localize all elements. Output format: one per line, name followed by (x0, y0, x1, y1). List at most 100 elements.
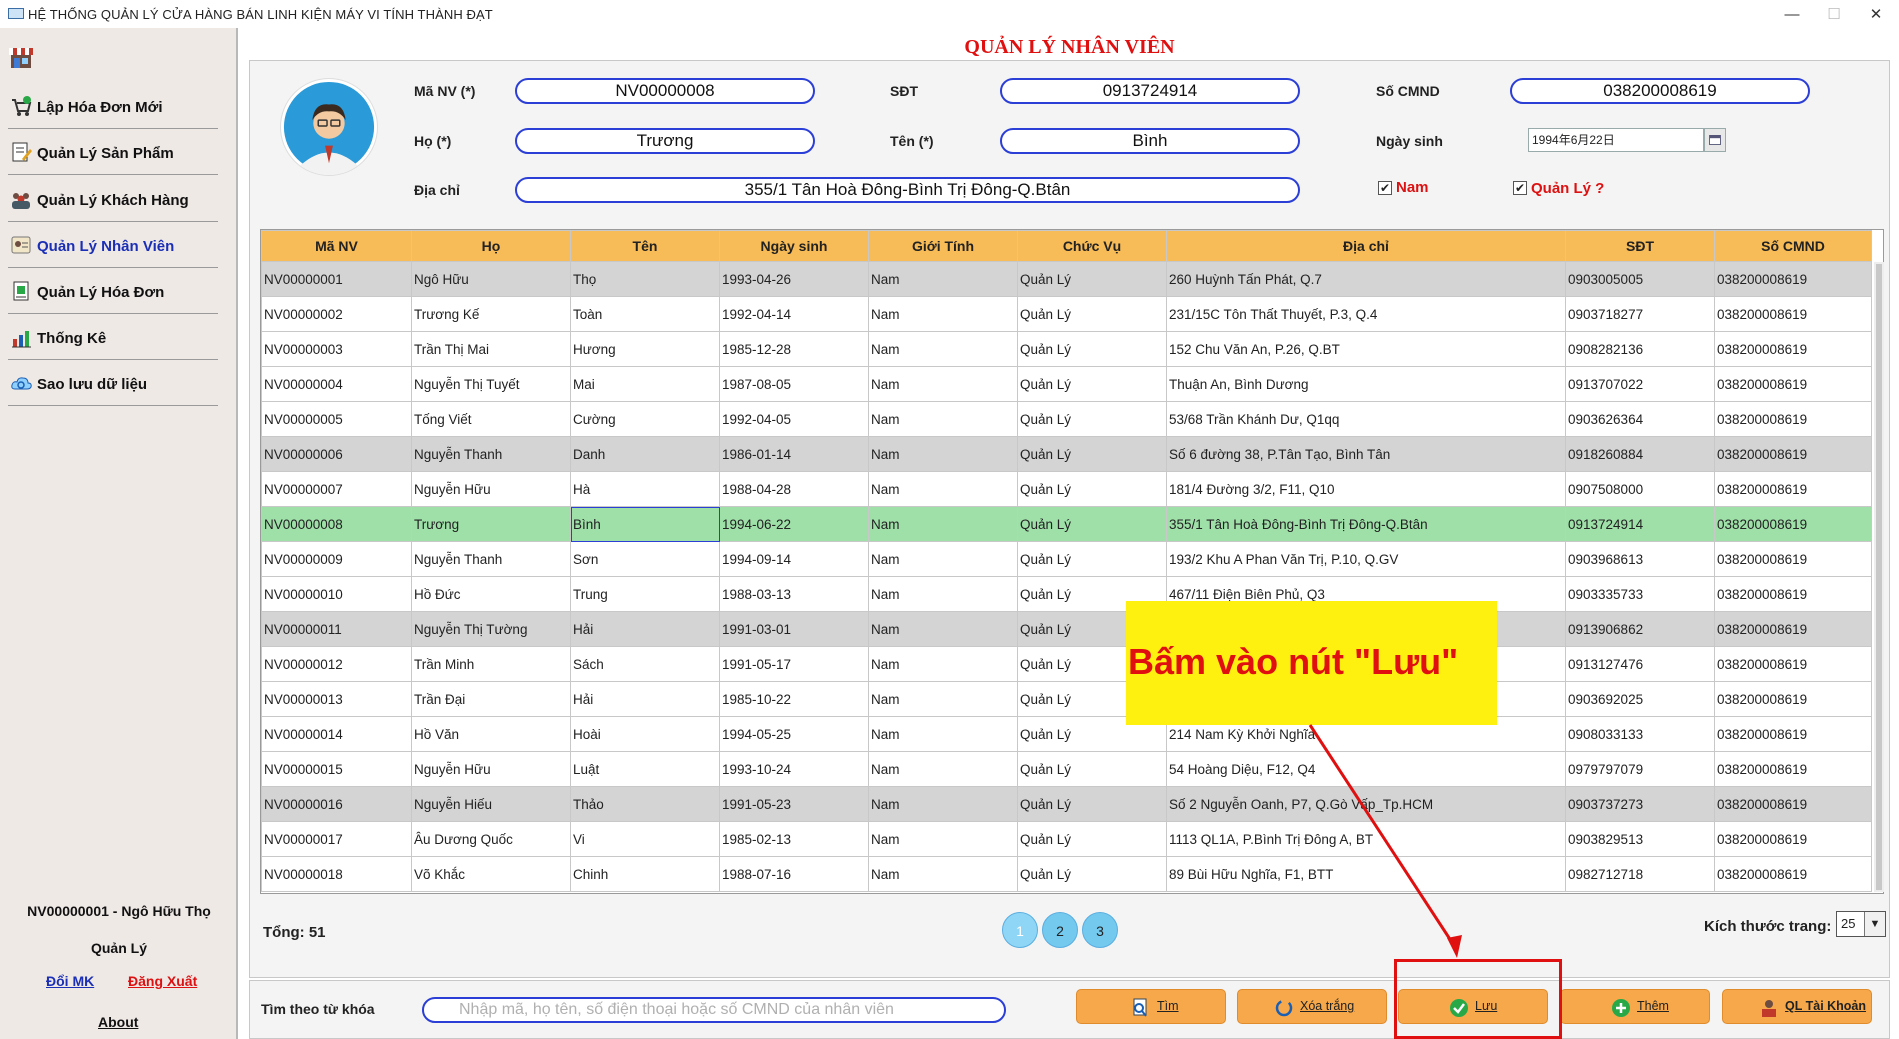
table-cell[interactable]: Quản Lý (1017, 436, 1167, 472)
table-cell[interactable]: Toàn (570, 296, 720, 332)
table-cell[interactable]: Quản Lý (1017, 401, 1167, 437)
table-cell[interactable]: Nguyễn Hiếu (411, 786, 571, 822)
table-scrollbar-thumb[interactable] (1876, 264, 1882, 890)
sidebar-item-thong-ke[interactable]: Thống Kê (8, 314, 218, 360)
column-header[interactable]: Chức Vụ (1017, 230, 1167, 262)
table-cell[interactable]: Nam (868, 716, 1018, 752)
table-cell[interactable]: Bình (570, 506, 720, 542)
chevron-down-icon[interactable]: ▼ (1864, 912, 1885, 936)
table-cell[interactable]: 038200008619 (1714, 821, 1872, 857)
table-cell[interactable]: 0903005005 (1565, 261, 1715, 297)
table-cell[interactable]: 038200008619 (1714, 611, 1872, 647)
table-cell[interactable]: 1994-06-22 (719, 506, 869, 542)
table-cell[interactable]: 1988-04-28 (719, 471, 869, 507)
table-cell[interactable]: 0982712718 (1565, 856, 1715, 892)
table-cell[interactable]: 89 Bùi Hữu Nghĩa, F1, BTT (1166, 856, 1566, 892)
search-input[interactable]: Nhập mã, họ tên, số điện thoại hoặc số C… (422, 997, 1006, 1023)
table-cell[interactable]: 0903829513 (1565, 821, 1715, 857)
address-field[interactable]: 355/1 Tân Hoà Đông-Bình Trị Đông-Q.Btân (515, 177, 1300, 203)
table-cell[interactable]: 0903737273 (1565, 786, 1715, 822)
column-header[interactable]: Mã NV (261, 230, 412, 262)
table-cell[interactable]: 1992-04-14 (719, 296, 869, 332)
table-cell[interactable]: Vi (570, 821, 720, 857)
table-cell[interactable]: 0918260884 (1565, 436, 1715, 472)
table-cell[interactable]: 038200008619 (1714, 436, 1872, 472)
column-header[interactable]: Ngày sinh (719, 230, 869, 262)
table-cell[interactable]: NV00000011 (261, 611, 412, 647)
sidebar-item-quan-ly-hoa-don[interactable]: Quản Lý Hóa Đơn (8, 268, 218, 314)
table-cell[interactable]: 152 Chu Văn An, P.26, Q.BT (1166, 331, 1566, 367)
table-row[interactable]: NV00000017 Âu Dương Quốc Vi 1985-02-13 Nam Qu… (261, 821, 1872, 857)
table-cell[interactable]: Quản Lý (1017, 856, 1167, 892)
table-row[interactable]: NV00000013 Trần Đại Hải 1985-10-22 Nam Quản L… (261, 681, 1872, 717)
column-header[interactable]: SĐT (1565, 230, 1715, 262)
table-cell[interactable]: Quản Lý (1017, 821, 1167, 857)
table-cell[interactable]: 1993-10-24 (719, 751, 869, 787)
table-cell[interactable]: 1986-01-14 (719, 436, 869, 472)
table-cell[interactable]: Tống Viết (411, 401, 571, 437)
sidebar-item-lap-hoa-don-moi[interactable]: Lập Hóa Đơn Mới (8, 83, 218, 129)
table-cell[interactable]: 038200008619 (1714, 506, 1872, 542)
table-cell[interactable]: Trần Thị Mai (411, 331, 571, 367)
table-cell[interactable]: 038200008619 (1714, 716, 1872, 752)
table-cell[interactable]: Luật (570, 751, 720, 787)
table-cell[interactable]: Hoài (570, 716, 720, 752)
table-cell[interactable]: Quản Lý (1017, 296, 1167, 332)
id-card-field[interactable]: 038200008619 (1510, 78, 1810, 104)
table-cell[interactable]: Trung (570, 576, 720, 612)
table-cell[interactable]: 1988-07-16 (719, 856, 869, 892)
table-cell[interactable]: NV00000002 (261, 296, 412, 332)
table-cell[interactable]: Số 2 Nguyễn Oanh, P7, Q.Gò Vấp_Tp.HCM (1166, 786, 1566, 822)
table-cell[interactable]: 1987-08-05 (719, 366, 869, 402)
table-cell[interactable]: NV00000009 (261, 541, 412, 577)
table-cell[interactable]: NV00000015 (261, 751, 412, 787)
table-cell[interactable]: NV00000005 (261, 401, 412, 437)
table-cell[interactable]: Hà (570, 471, 720, 507)
table-cell[interactable]: NV00000014 (261, 716, 412, 752)
table-row[interactable]: NV00000015 Nguyễn Hữu Luật 1993-10-24 Nam Quả… (261, 751, 1872, 787)
minimize-button[interactable]: — (1772, 4, 1812, 26)
table-cell[interactable]: 355/1 Tân Hoà Đông-Bình Trị Đông-Q.Btân (1166, 506, 1566, 542)
sidebar-item-quan-ly-san-pham[interactable]: Quản Lý Sản Phẩm (8, 129, 218, 175)
table-cell[interactable]: NV00000012 (261, 646, 412, 682)
table-cell[interactable]: Âu Dương Quốc (411, 821, 571, 857)
table-row[interactable]: NV00000002 Trương Kế Toàn 1992-04-14 Nam Quản… (261, 296, 1872, 332)
table-cell[interactable]: Nam (868, 786, 1018, 822)
table-cell[interactable]: NV00000004 (261, 366, 412, 402)
table-cell[interactable]: Quản Lý (1017, 751, 1167, 787)
table-cell[interactable]: 1985-02-13 (719, 821, 869, 857)
table-cell[interactable]: 1993-04-26 (719, 261, 869, 297)
table-cell[interactable]: Trần Minh (411, 646, 571, 682)
table-cell[interactable]: Nam (868, 296, 1018, 332)
table-cell[interactable]: Nam (868, 436, 1018, 472)
close-button[interactable]: ✕ (1856, 4, 1896, 26)
table-cell[interactable]: Quản Lý (1017, 471, 1167, 507)
column-header[interactable]: Họ (411, 230, 571, 262)
table-cell[interactable]: Thọ (570, 261, 720, 297)
table-cell[interactable]: NV00000016 (261, 786, 412, 822)
column-header[interactable]: Địa chỉ (1166, 230, 1566, 262)
table-cell[interactable]: Hương (570, 331, 720, 367)
table-cell[interactable]: 54 Hoàng Diệu, F12, Q4 (1166, 751, 1566, 787)
table-cell[interactable]: Trương Kế (411, 296, 571, 332)
table-cell[interactable]: NV00000006 (261, 436, 412, 472)
table-cell[interactable]: 038200008619 (1714, 681, 1872, 717)
table-cell[interactable]: Quản Lý (1017, 786, 1167, 822)
table-cell[interactable]: 038200008619 (1714, 786, 1872, 822)
table-cell[interactable]: 038200008619 (1714, 296, 1872, 332)
table-cell[interactable]: 038200008619 (1714, 856, 1872, 892)
table-cell[interactable]: 0903335733 (1565, 576, 1715, 612)
table-cell[interactable]: Hải (570, 611, 720, 647)
account-management-button[interactable]: QL Tài Khoản (1722, 989, 1872, 1024)
table-row[interactable]: NV00000003 Trần Thị Mai Hương 1985-12-28 Nam… (261, 331, 1872, 367)
table-cell[interactable]: 0913127476 (1565, 646, 1715, 682)
table-cell[interactable]: Nam (868, 646, 1018, 682)
search-button[interactable]: Tìm (1076, 989, 1226, 1024)
table-row[interactable]: NV00000010 Hồ Đức Trung 1988-03-13 Nam Quản L… (261, 576, 1872, 612)
table-cell[interactable]: Ngô Hữu (411, 261, 571, 297)
table-cell[interactable]: 1985-12-28 (719, 331, 869, 367)
table-cell[interactable]: NV00000003 (261, 331, 412, 367)
table-cell[interactable]: 260 Huỳnh Tấn Phát, Q.7 (1166, 261, 1566, 297)
table-cell[interactable]: Quản Lý (1017, 261, 1167, 297)
table-row[interactable]: NV00000006 Nguyễn Thanh Danh 1986-01-14 Nam Q… (261, 436, 1872, 472)
